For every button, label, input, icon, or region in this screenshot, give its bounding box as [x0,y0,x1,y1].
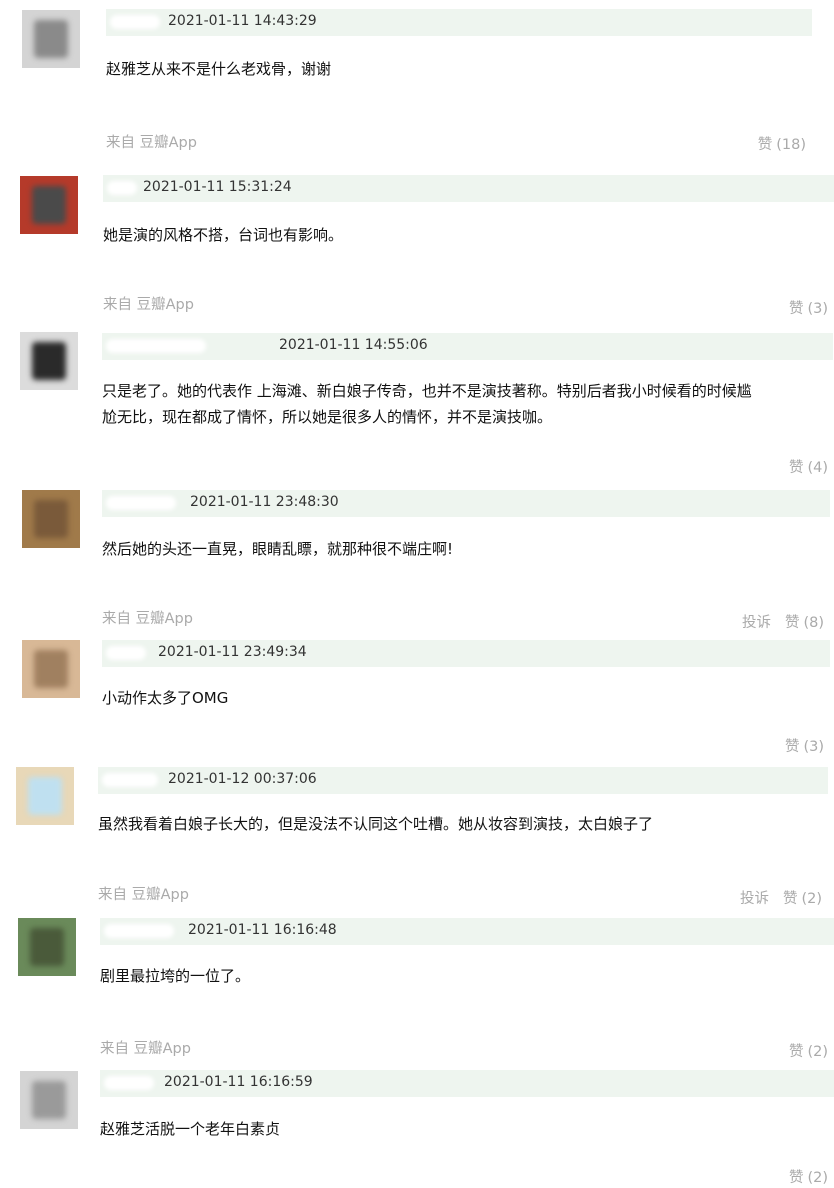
comment-source: 来自 豆瓣App [106,135,197,151]
comment-actions: 赞 (3) [789,297,828,318]
like-count: (4) [807,460,828,476]
username-blurred[interactable] [107,181,137,195]
like-button[interactable]: 赞 (4) [789,460,828,476]
comment-item: 2021-01-11 14:43:29 赵雅芝从来不是什么老戏骨，谢谢 来自 豆… [0,0,834,160]
avatar[interactable] [16,767,74,825]
comment-text: 小动作太多了OMG [102,689,229,707]
avatar[interactable] [20,332,78,390]
comment-actions: 赞 (2) [789,1040,828,1061]
comment-item: 2021-01-11 23:48:30 然后她的头还一直晃，眼睛乱瞟，就那种很不… [0,485,834,635]
avatar[interactable] [22,10,80,68]
comment-meta-bar: 2021-01-11 14:55:06 [102,333,833,360]
comment-timestamp: 2021-01-11 16:16:59 [164,1074,313,1090]
comment-actions: 赞 (18) [758,133,806,154]
comment-text-line: 尬无比，现在都成了情怀，所以她是很多人的情怀，并不是演技咖。 [102,408,553,426]
like-label: 赞 [788,1170,804,1186]
like-count: (8) [803,615,824,631]
comment-timestamp: 2021-01-12 00:37:06 [168,771,317,787]
username-blurred[interactable] [104,1076,154,1090]
like-button[interactable]: 赞 (2) [783,891,822,907]
comment-source: 来自 豆瓣App [100,1041,191,1057]
like-label: 赞 [788,1044,804,1060]
like-button[interactable]: 赞 (2) [789,1170,828,1186]
comment-timestamp: 2021-01-11 14:55:06 [279,337,428,353]
comment-text: 然后她的头还一直晃，眼睛乱瞟，就那种很不端庄啊! [102,540,454,558]
comment-actions: 赞 (4) [789,456,828,477]
like-label: 赞 [782,891,798,907]
comment-item: 2021-01-11 16:16:48 剧里最拉垮的一位了。 来自 豆瓣App … [0,913,834,1065]
report-button[interactable]: 投诉 [740,891,769,907]
comment-text: 赵雅芝从来不是什么老戏骨，谢谢 [106,60,332,78]
comment-item: 2021-01-11 16:16:59 赵雅芝活脱一个老年白素贞 赞 (2) [0,1065,834,1188]
comment-text: 剧里最拉垮的一位了。 [100,967,251,985]
comment-timestamp: 2021-01-11 14:43:29 [168,13,317,29]
username-blurred[interactable] [110,15,160,29]
avatar[interactable] [18,918,76,976]
comment-text: 只是老了。她的代表作 上海滩、新白娘子传奇，也并不是演技著称。特别后者我小时候看… [102,378,834,430]
like-label: 赞 [784,615,800,631]
username-blurred[interactable] [106,496,176,510]
like-button[interactable]: 赞 (2) [789,1044,828,1060]
comment-timestamp: 2021-01-11 15:31:24 [143,179,292,195]
like-label: 赞 [784,739,800,755]
comment-actions: 赞 (3) [785,735,824,756]
comment-timestamp: 2021-01-11 23:48:30 [190,494,339,510]
comment-item: 2021-01-11 23:49:34 小动作太多了OMG 赞 (3) [0,635,834,763]
comment-source: 来自 豆瓣App [102,611,193,627]
username-blurred[interactable] [106,646,146,660]
comment-actions: 投诉赞 (2) [740,887,822,908]
comment-source: 来自 豆瓣App [103,297,194,313]
like-label: 赞 [788,460,804,476]
avatar[interactable] [20,176,78,234]
comment-meta-bar: 2021-01-11 14:43:29 [106,9,812,36]
comment-meta-bar: 2021-01-11 16:16:59 [100,1070,834,1097]
like-count: (3) [807,301,828,317]
comment-item: 2021-01-12 00:37:06 虽然我看着白娘子长大的，但是没法不认同这… [0,763,834,913]
comment-meta-bar: 2021-01-11 16:16:48 [100,918,834,945]
like-button[interactable]: 赞 (3) [785,739,824,755]
like-label: 赞 [788,301,804,317]
like-button[interactable]: 赞 (18) [758,137,806,153]
comment-text-line: 只是老了。她的代表作 上海滩、新白娘子传奇，也并不是演技著称。特别后者我小时候看… [102,382,752,400]
comment-item: 2021-01-11 15:31:24 她是演的风格不搭，台词也有影响。 来自 … [0,160,834,320]
comment-text: 她是演的风格不搭，台词也有影响。 [103,226,344,244]
comment-meta-bar: 2021-01-11 15:31:24 [103,175,834,202]
comment-meta-bar: 2021-01-11 23:48:30 [102,490,830,517]
like-button[interactable]: 赞 (3) [789,301,828,317]
comment-actions: 赞 (2) [789,1166,828,1187]
like-count: (18) [776,137,806,153]
like-count: (2) [801,891,822,907]
report-button[interactable]: 投诉 [742,615,771,631]
comment-source: 来自 豆瓣App [98,887,189,903]
avatar[interactable] [22,490,80,548]
like-count: (2) [807,1170,828,1186]
like-count: (3) [803,739,824,755]
avatar[interactable] [20,1071,78,1129]
username-blurred[interactable] [104,924,174,938]
comment-text: 赵雅芝活脱一个老年白素贞 [100,1120,281,1138]
comment-timestamp: 2021-01-11 16:16:48 [188,922,337,938]
comment-timestamp: 2021-01-11 23:49:34 [158,644,307,660]
comment-meta-bar: 2021-01-11 23:49:34 [102,640,830,667]
comment-meta-bar: 2021-01-12 00:37:06 [98,767,828,794]
username-blurred[interactable] [102,773,158,787]
like-button[interactable]: 赞 (8) [785,615,824,631]
comment-item: 2021-01-11 14:55:06 只是老了。她的代表作 上海滩、新白娘子传… [0,320,834,485]
avatar[interactable] [22,640,80,698]
like-label: 赞 [757,137,773,153]
comment-actions: 投诉赞 (8) [742,611,824,632]
like-count: (2) [807,1044,828,1060]
comment-text: 虽然我看着白娘子长大的，但是没法不认同这个吐槽。她从妆容到演技，太白娘子了 [98,815,654,833]
username-blurred[interactable] [106,339,206,353]
